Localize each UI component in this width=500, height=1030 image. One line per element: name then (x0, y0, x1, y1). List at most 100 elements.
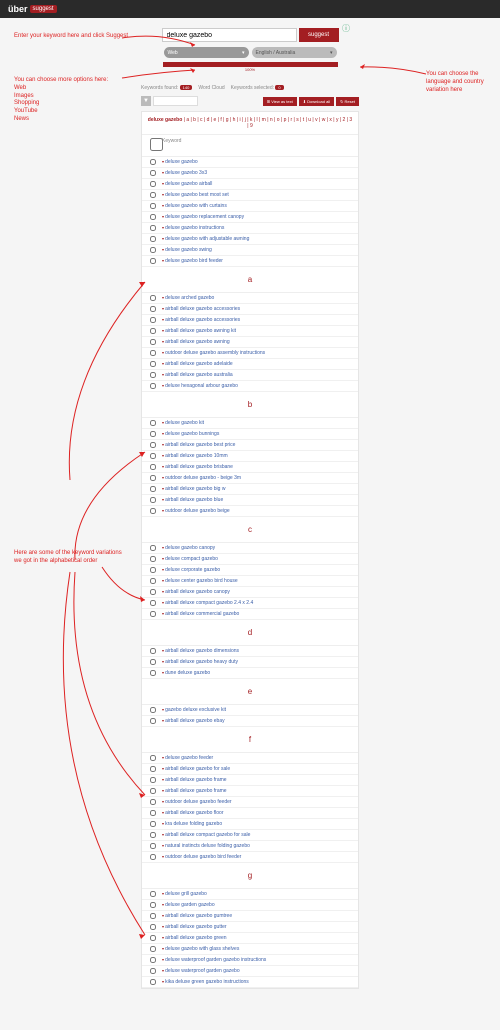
keyword-checkbox[interactable] (150, 464, 156, 470)
keyword-link[interactable]: deluxe gazebo swing (162, 247, 212, 253)
keyword-link[interactable]: natural instincts deluxe folding gazebo (162, 843, 250, 849)
keyword-link[interactable]: deluxe gazebo canopy (162, 545, 215, 551)
keyword-checkbox[interactable] (150, 843, 156, 849)
keyword-checkbox[interactable] (150, 611, 156, 617)
keyword-link[interactable]: airball deluxe commercial gazebo (162, 611, 239, 617)
keyword-checkbox[interactable] (150, 589, 156, 595)
keyword-checkbox[interactable] (150, 957, 156, 963)
keyword-checkbox[interactable] (150, 442, 156, 448)
keyword-link[interactable]: kra deluxe folding gazebo (162, 821, 222, 827)
keyword-link[interactable]: airball deluxe gazebo australia (162, 372, 233, 378)
reset-button[interactable]: ↻ Reset (336, 97, 359, 106)
keyword-checkbox[interactable] (150, 924, 156, 930)
keyword-link[interactable]: airball deluxe gazebo adelaide (162, 361, 233, 367)
view-as-text-button[interactable]: ⊞ View as text (263, 97, 297, 106)
keyword-link[interactable]: airball deluxe gazebo big w (162, 486, 225, 492)
keyword-checkbox[interactable] (150, 372, 156, 378)
keyword-checkbox[interactable] (150, 979, 156, 985)
download-button[interactable]: ⬇ Download all (299, 97, 334, 106)
keyword-checkbox[interactable] (150, 777, 156, 783)
keyword-link[interactable]: dune deluxe gazebo (162, 670, 210, 676)
keyword-checkbox[interactable] (150, 181, 156, 187)
keyword-link[interactable]: outdoor deluxe gazebo beige (162, 508, 230, 514)
keyword-checkbox[interactable] (150, 475, 156, 481)
keyword-link[interactable]: deluxe gazebo 3x3 (162, 170, 207, 176)
keyword-link[interactable]: airball deluxe gazebo accessories (162, 306, 240, 312)
keyword-checkbox[interactable] (150, 648, 156, 654)
keyword-checkbox[interactable] (150, 891, 156, 897)
keyword-link[interactable]: airball deluxe gazebo accessories (162, 317, 240, 323)
keyword-checkbox[interactable] (150, 361, 156, 367)
keyword-link[interactable]: airball deluxe gazebo green (162, 935, 227, 941)
keyword-link[interactable]: deluxe gazebo airball (162, 181, 212, 187)
keyword-link[interactable]: outdoor deluxe gazebo - beige 3m (162, 475, 241, 481)
tab-selected[interactable]: Keywords selected: 0 (231, 85, 284, 91)
keyword-checkbox[interactable] (150, 755, 156, 761)
keyword-link[interactable]: airball deluxe gazebo heavy duty (162, 659, 238, 665)
keyword-checkbox[interactable] (150, 766, 156, 772)
keyword-checkbox[interactable] (150, 383, 156, 389)
keyword-link[interactable]: airball deluxe gazebo frame (162, 777, 227, 783)
keyword-checkbox[interactable] (150, 832, 156, 838)
keyword-link[interactable]: deluxe waterproof garden gazebo instruct… (162, 957, 266, 963)
keyword-link[interactable]: gazebo deluxe exclusive kit (162, 707, 226, 713)
keyword-checkbox[interactable] (150, 968, 156, 974)
keyword-link[interactable]: airball deluxe gazebo ebay (162, 718, 225, 724)
keyword-link[interactable]: deluxe hexagonal arbour gazebo (162, 383, 238, 389)
keyword-checkbox[interactable] (150, 902, 156, 908)
keyword-link[interactable]: airball deluxe gazebo dimensions (162, 648, 239, 654)
keyword-checkbox[interactable] (150, 420, 156, 426)
keyword-link[interactable]: kika deluxe green gazebo instructions (162, 979, 249, 985)
keyword-checkbox[interactable] (150, 225, 156, 231)
keyword-checkbox[interactable] (150, 567, 156, 573)
keyword-link[interactable]: deluxe gazebo with curtains (162, 203, 227, 209)
keyword-checkbox[interactable] (150, 236, 156, 242)
keyword-checkbox[interactable] (150, 486, 156, 492)
keyword-link[interactable]: deluxe arched gazebo (162, 295, 214, 301)
keyword-link[interactable]: deluxe gazebo with adjustable awning (162, 236, 249, 242)
keyword-checkbox[interactable] (150, 659, 156, 665)
language-dropdown[interactable]: English / Australia▾ (252, 47, 337, 58)
keyword-link[interactable]: deluxe corporate gazebo (162, 567, 220, 573)
keyword-checkbox[interactable] (150, 339, 156, 345)
keyword-checkbox[interactable] (150, 306, 156, 312)
keyword-link[interactable]: deluxe grill gazebo (162, 891, 207, 897)
keyword-checkbox[interactable] (150, 935, 156, 941)
keyword-checkbox[interactable] (150, 453, 156, 459)
keyword-checkbox[interactable] (150, 203, 156, 209)
keyword-link[interactable]: airball deluxe gazebo canopy (162, 589, 230, 595)
keyword-link[interactable]: airball deluxe gazebo frame (162, 788, 227, 794)
keyword-input[interactable] (162, 28, 297, 42)
keyword-link[interactable]: deluxe garden gazebo (162, 902, 215, 908)
keyword-link[interactable]: airball deluxe gazebo awning (162, 339, 230, 345)
keyword-checkbox[interactable] (150, 431, 156, 437)
keyword-link[interactable]: deluxe gazebo bunnings (162, 431, 219, 437)
keyword-link[interactable]: airball deluxe gazebo gumtree (162, 913, 232, 919)
keyword-checkbox[interactable] (150, 508, 156, 514)
keyword-checkbox[interactable] (150, 799, 156, 805)
keyword-link[interactable]: deluxe center gazebo bird house (162, 578, 238, 584)
filter-icon[interactable]: ▼ (141, 96, 151, 106)
tab-keywords[interactable]: Keywords found: 140 (141, 85, 192, 91)
alpha-nav[interactable]: deluxe gazebo | a | b | c | d | e | f | … (142, 112, 358, 135)
source-dropdown[interactable]: Web▾ (164, 47, 249, 58)
keyword-link[interactable]: outdoor deluxe gazebo feeder (162, 799, 232, 805)
keyword-link[interactable]: deluxe gazebo best most set (162, 192, 229, 198)
keyword-link[interactable]: deluxe gazebo (162, 159, 198, 165)
keyword-link[interactable]: outdoor deluxe gazebo bird feeder (162, 854, 241, 860)
keyword-link[interactable]: deluxe compact gazebo (162, 556, 218, 562)
keyword-link[interactable]: deluxe gazebo bird feeder (162, 258, 223, 264)
keyword-link[interactable]: deluxe gazebo kit (162, 420, 204, 426)
keyword-link[interactable]: airball deluxe gazebo blue (162, 497, 223, 503)
keyword-checkbox[interactable] (150, 170, 156, 176)
keyword-checkbox[interactable] (150, 192, 156, 198)
keyword-link[interactable]: airball deluxe compact gazebo for sale (162, 832, 250, 838)
keyword-checkbox[interactable] (150, 350, 156, 356)
keyword-checkbox[interactable] (150, 328, 156, 334)
keyword-checkbox[interactable] (150, 247, 156, 253)
keyword-link[interactable]: airball deluxe gazebo awning kit (162, 328, 236, 334)
keyword-checkbox[interactable] (150, 718, 156, 724)
keyword-checkbox[interactable] (150, 670, 156, 676)
keyword-checkbox[interactable] (150, 600, 156, 606)
keyword-checkbox[interactable] (150, 295, 156, 301)
